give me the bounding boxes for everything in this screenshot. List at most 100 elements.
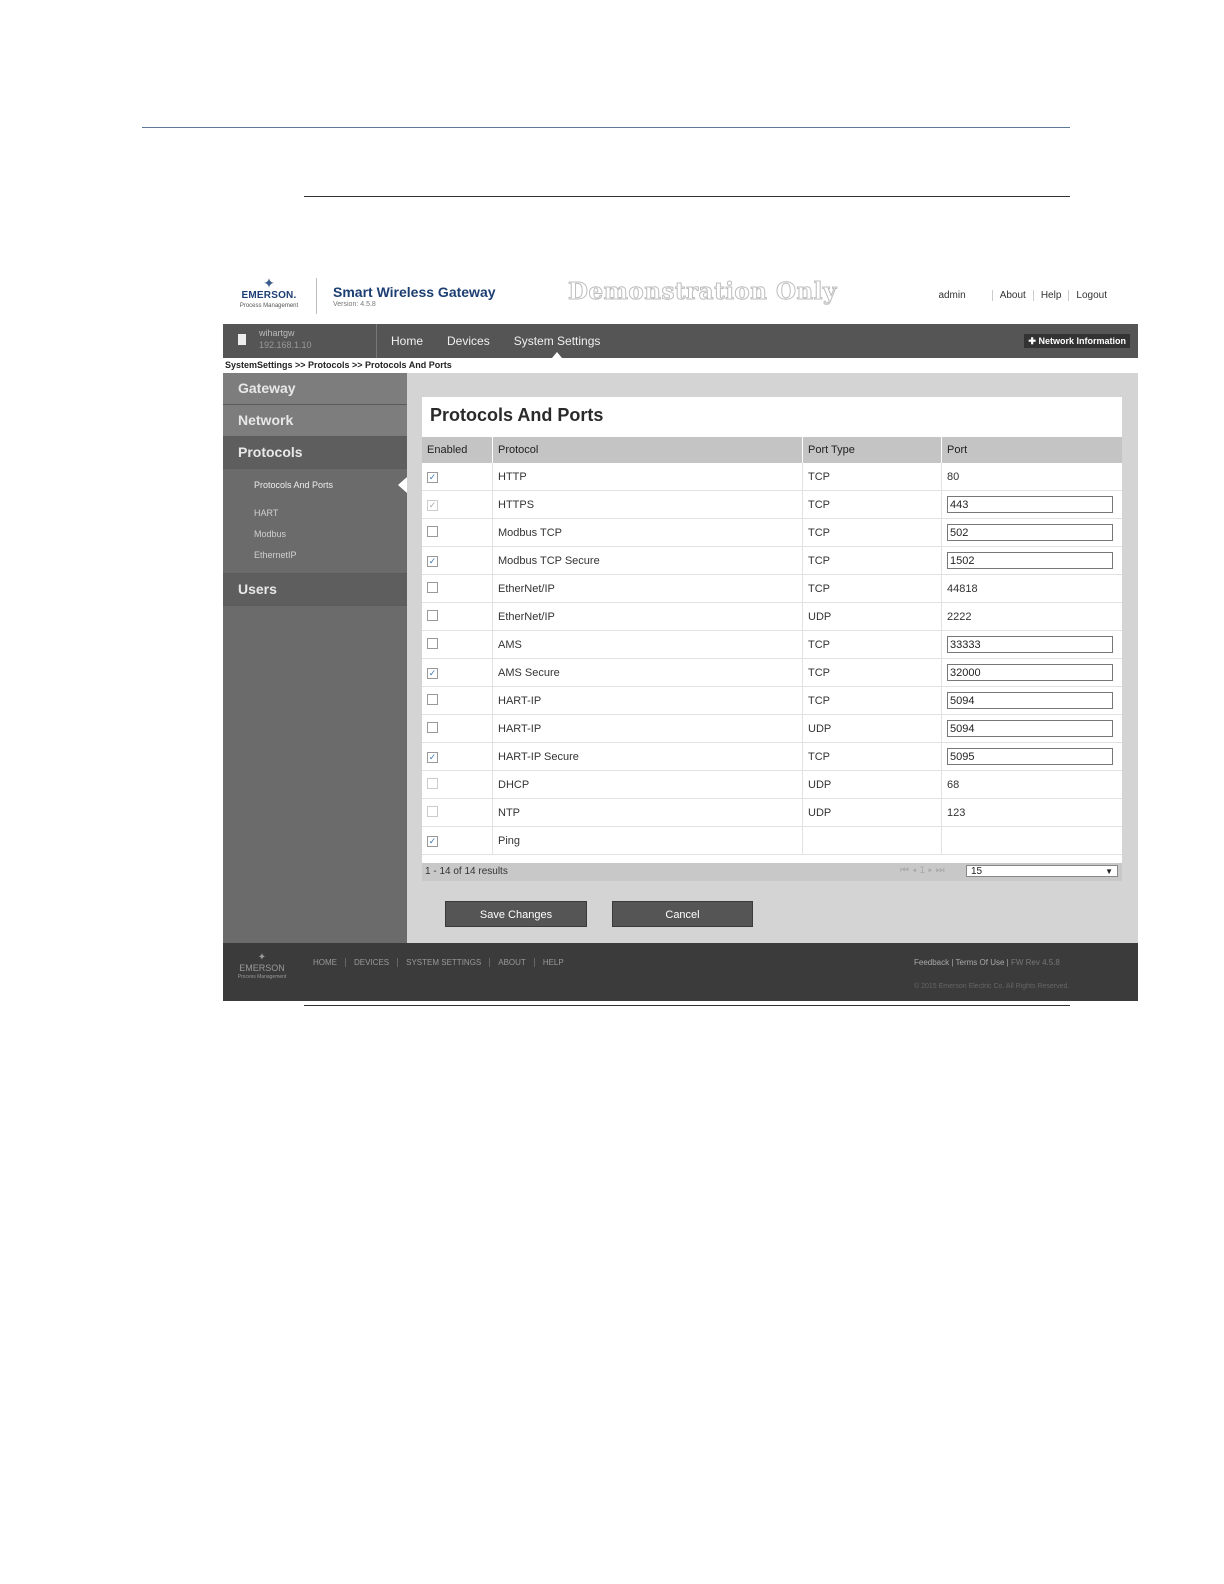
sidebar-subitem-modbus[interactable]: Modbus [254, 529, 286, 539]
enabled-checkbox[interactable]: ✓ [427, 471, 438, 483]
document-section-rule [304, 196, 1070, 197]
network-information-button[interactable]: ✚ Network Information [1024, 334, 1130, 348]
sidebar-subitem-hart[interactable]: HART [254, 508, 278, 518]
enabled-cell [422, 602, 493, 631]
sidebar-item-network[interactable]: Network [223, 405, 407, 437]
table-row: ✓ HTTP TCP 80 [422, 463, 1122, 491]
pager-buttons: ⏮◂1▸⏭ [900, 865, 948, 876]
port-input[interactable] [947, 720, 1113, 737]
port-type-cell: TCP [802, 463, 942, 491]
next-page-icon[interactable]: ▸ [928, 865, 936, 876]
footer-link-home[interactable]: HOME [313, 958, 345, 967]
port-input[interactable] [947, 692, 1113, 709]
about-link[interactable]: About [991, 290, 1033, 301]
port-cell: 80 [941, 463, 1122, 491]
port-cell [941, 714, 1122, 743]
gateway-app-screenshot: ✦ EMERSON. Process Management Smart Wire… [223, 268, 1138, 1001]
port-type-cell: TCP [802, 490, 942, 519]
enabled-checkbox [427, 777, 438, 789]
protocols-table-body: ✓HTTPTCP80✓HTTPSTCPModbus TCPTCP✓Modbus … [422, 463, 1122, 855]
port-type-cell: UDP [802, 602, 942, 631]
device-info: wihartgw 192.168.1.10 [223, 324, 377, 358]
footer-link-about[interactable]: ABOUT [489, 958, 534, 967]
page-size-value: 15 [971, 866, 983, 877]
enabled-checkbox[interactable] [427, 637, 438, 649]
port-input[interactable] [947, 664, 1113, 681]
port-input[interactable] [947, 524, 1113, 541]
app-title: Smart Wireless Gateway [333, 284, 496, 300]
plus-icon: ✚ [1028, 336, 1036, 346]
footer-link-system-settings[interactable]: SYSTEM SETTINGS [397, 958, 489, 967]
pagination-bar: 1 - 14 of 14 results ⏮◂1▸⏭ 15 ▼ [422, 863, 1122, 881]
save-changes-button[interactable]: Save Changes [445, 901, 587, 927]
cancel-button[interactable]: Cancel [612, 901, 753, 927]
table-row: EtherNet/IP UDP 2222 [422, 602, 1122, 631]
enabled-checkbox[interactable]: ✓ [427, 667, 438, 679]
sidebar-item-users[interactable]: Users [223, 574, 407, 606]
enabled-checkbox[interactable]: ✓ [427, 555, 438, 567]
document-top-rule [142, 127, 1070, 128]
enabled-checkbox[interactable] [427, 721, 438, 733]
port-type-cell: UDP [802, 770, 942, 799]
prev-page-icon[interactable]: ◂ [912, 865, 920, 876]
table-row: ✓ HART-IP Secure TCP [422, 742, 1122, 771]
footer-link-devices[interactable]: DEVICES [345, 958, 397, 967]
footer-link-help[interactable]: HELP [533, 958, 572, 967]
emerson-logo[interactable]: ✦ EMERSON. Process Management [237, 276, 301, 318]
enabled-checkbox: ✓ [427, 499, 438, 511]
logout-link[interactable]: Logout [1068, 290, 1114, 301]
last-page-icon[interactable]: ⏭ [936, 865, 948, 876]
protocol-cell: DHCP [492, 770, 803, 799]
port-input[interactable] [947, 496, 1113, 513]
enabled-checkbox[interactable]: ✓ [427, 835, 438, 847]
sidebar-subitem-ethernetip[interactable]: EthernetIP [254, 550, 297, 560]
column-header-protocol: Protocol [492, 437, 803, 463]
document-section-rule-bottom [304, 1005, 1070, 1006]
port-value: 2222 [947, 610, 972, 623]
protocol-cell: HTTPS [492, 490, 803, 519]
protocol-cell: EtherNet/IP [492, 602, 803, 631]
sidebar: Gateway Network Protocols Protocols And … [223, 373, 407, 943]
terms-link[interactable]: Terms Of Use [956, 958, 1005, 967]
tab-home[interactable]: Home [391, 324, 423, 358]
enabled-checkbox[interactable] [427, 693, 438, 705]
protocol-cell: HART-IP Secure [492, 742, 803, 771]
sidebar-item-gateway[interactable]: Gateway [223, 373, 407, 405]
tab-devices[interactable]: Devices [447, 324, 490, 358]
firmware-revision: FW Rev 4.5.8 [1010, 958, 1060, 967]
port-cell: 68 [941, 770, 1122, 799]
footer-logo-name: EMERSON [239, 963, 285, 973]
port-cell [941, 630, 1122, 659]
enabled-checkbox[interactable] [427, 581, 438, 593]
port-input[interactable] [947, 748, 1113, 765]
port-type-cell [802, 826, 942, 855]
app-header: ✦ EMERSON. Process Management Smart Wire… [223, 268, 1138, 324]
table-row: ✓ Modbus TCP Secure TCP [422, 546, 1122, 575]
column-header-enabled: Enabled [422, 437, 493, 463]
enabled-checkbox[interactable]: ✓ [427, 751, 438, 763]
page-size-select[interactable]: 15 ▼ [966, 865, 1118, 877]
enabled-checkbox[interactable] [427, 525, 438, 537]
logo-subtitle: Process Management [239, 303, 299, 309]
port-cell: 44818 [941, 574, 1122, 603]
protocol-cell: Modbus TCP [492, 518, 803, 547]
first-page-icon[interactable]: ⏮ [900, 865, 912, 876]
feedback-link[interactable]: Feedback [914, 958, 949, 967]
page-number[interactable]: 1 [920, 865, 929, 876]
port-input[interactable] [947, 552, 1113, 569]
port-cell: 123 [941, 798, 1122, 827]
sidebar-item-protocols[interactable]: Protocols [223, 437, 407, 469]
table-row: ✓ HTTPS TCP [422, 490, 1122, 519]
protocol-cell: AMS [492, 630, 803, 659]
port-type-cell: TCP [802, 658, 942, 687]
sidebar-subitem-protocols-and-ports[interactable]: Protocols And Ports [254, 480, 333, 490]
port-input[interactable] [947, 636, 1113, 653]
enabled-checkbox[interactable] [427, 609, 438, 621]
help-link[interactable]: Help [1032, 290, 1069, 301]
enabled-cell [422, 574, 493, 603]
protocol-cell: NTP [492, 798, 803, 827]
table-row: HART-IP TCP [422, 686, 1122, 715]
table-row: HART-IP UDP [422, 714, 1122, 743]
demo-watermark: Demonstration Only [568, 278, 837, 306]
tab-system-settings[interactable]: System Settings [514, 324, 600, 358]
